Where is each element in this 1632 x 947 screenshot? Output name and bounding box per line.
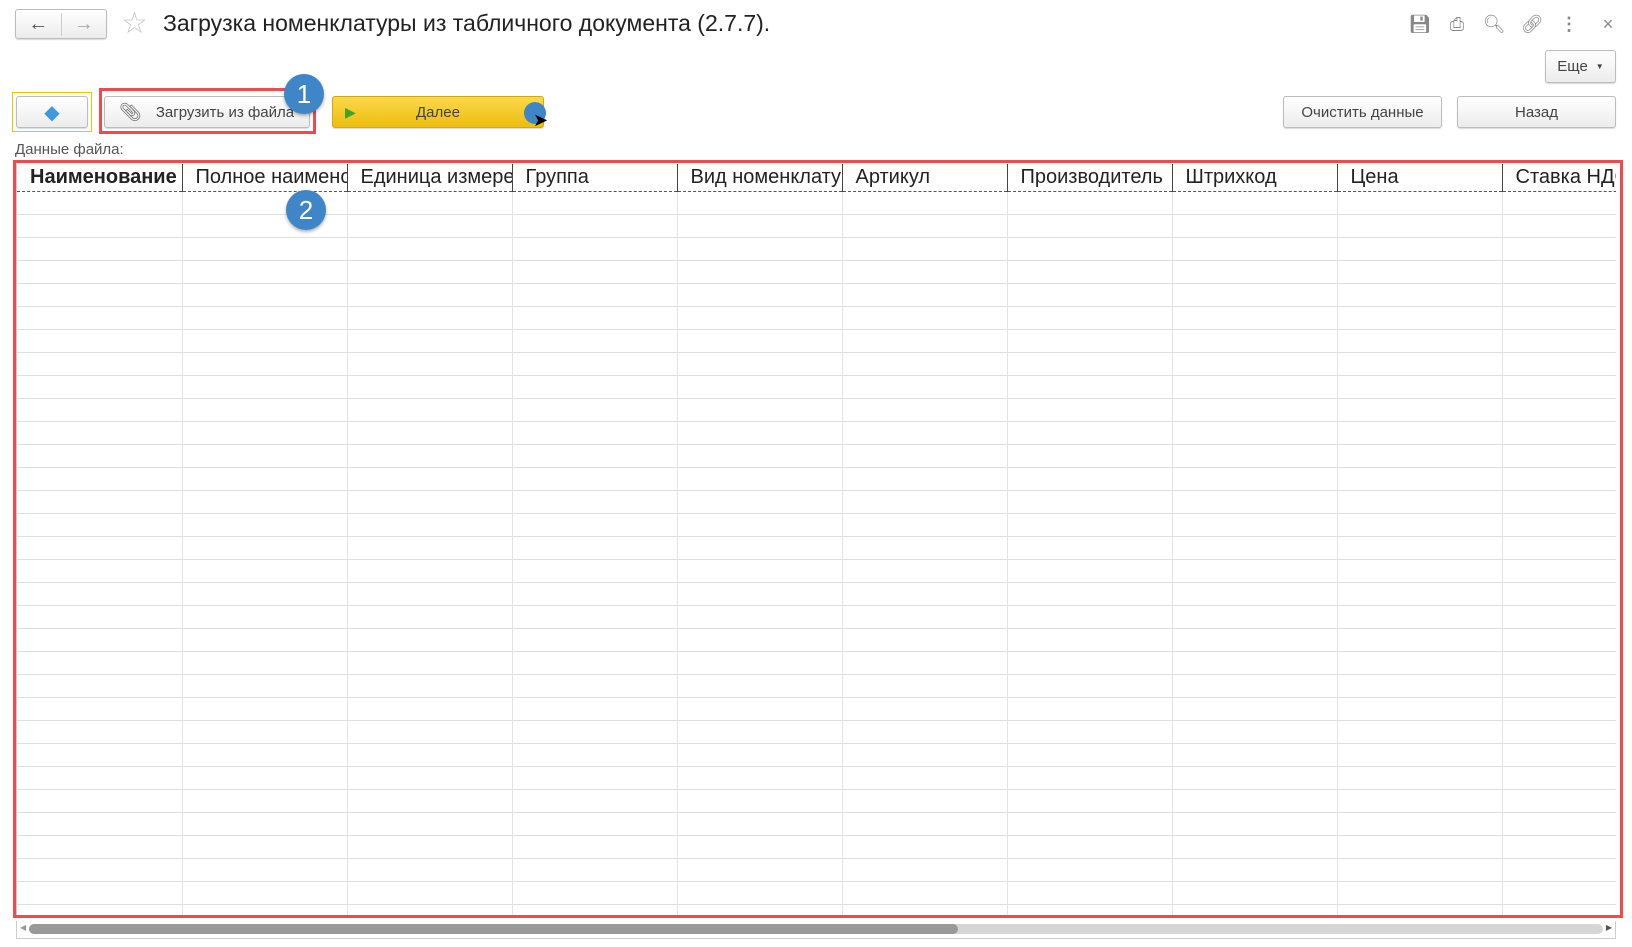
history-nav: ← →	[15, 9, 107, 39]
file-data-label: Данные файла:	[15, 141, 124, 158]
more-label: Еще	[1557, 58, 1588, 75]
close-icon[interactable]: ×	[1596, 12, 1620, 36]
preview-icon[interactable]: 🔍︎	[1482, 12, 1506, 36]
forward-nav-button[interactable]: →	[60, 12, 107, 36]
highlight-grid	[13, 160, 1623, 918]
dropdown-icon: ▼	[1595, 62, 1604, 71]
scroll-track[interactable]	[29, 924, 1603, 934]
link-icon[interactable]: 🔗︎	[1520, 12, 1544, 36]
scroll-right-icon[interactable]: ▶	[1606, 923, 1612, 932]
save-icon[interactable]: 💾︎	[1408, 12, 1432, 36]
annotation-badge-2: 2	[286, 190, 326, 230]
horizontal-scrollbar[interactable]: ◀ ▶	[16, 921, 1616, 939]
play-icon: ▶	[345, 103, 356, 120]
page-title: Загрузка номенклатуры из табличного доку…	[163, 10, 771, 36]
scroll-thumb[interactable]	[29, 924, 958, 934]
annotation-badge-1: 1	[284, 74, 324, 114]
scroll-left-icon[interactable]: ◀	[20, 923, 26, 932]
print-icon[interactable]: ⎙	[1445, 12, 1469, 36]
next-label: Далее	[416, 103, 460, 121]
clear-data-button[interactable]: Очистить данные	[1283, 96, 1442, 128]
favorite-star-icon[interactable]: ☆	[121, 6, 148, 41]
back-arrow-icon: ◆	[44, 101, 60, 124]
back-nav-button[interactable]: ←	[16, 13, 61, 36]
next-button[interactable]: ▶ Далее	[332, 96, 544, 128]
back-arrow-button[interactable]: ◆	[16, 96, 88, 128]
more-button[interactable]: Еще ▼	[1545, 50, 1616, 83]
mouse-cursor-icon: ➤	[533, 110, 549, 130]
more-icon[interactable]: ⋮	[1557, 12, 1581, 36]
back-button[interactable]: Назад	[1457, 96, 1616, 128]
